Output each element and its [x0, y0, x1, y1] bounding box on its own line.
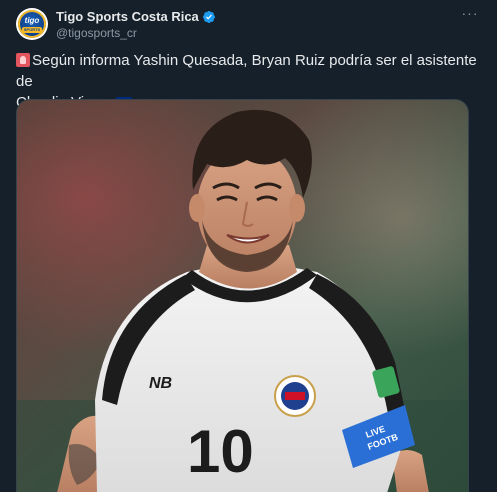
tigo-sports-logo: tigo SPORTS [18, 10, 46, 38]
crest-stripe [285, 392, 305, 400]
author-block: Tigo Sports Costa Rica @tigosports_cr [56, 8, 216, 40]
author-handle[interactable]: @tigosports_cr [56, 26, 216, 40]
display-name-row: Tigo Sports Costa Rica [56, 8, 216, 25]
tweet-text-part-1: Según informa Yashin Quesada, Bryan Ruiz… [16, 52, 477, 90]
siren-icon [16, 53, 30, 67]
right-ear [289, 194, 305, 222]
tweet-text-line-1: Según informa Yashin Quesada, Bryan Ruiz… [16, 50, 477, 92]
left-ear [189, 194, 205, 222]
author-display-name[interactable]: Tigo Sports Costa Rica [56, 9, 199, 24]
more-options-icon[interactable]: ··· [459, 6, 481, 24]
avatar-logo-text: tigo [24, 16, 40, 25]
tweet-header: tigo SPORTS Tigo Sports Costa Rica @tigo… [16, 6, 481, 42]
jersey-brand: NB [149, 375, 172, 392]
jersey-number: 10 [187, 418, 254, 485]
tweet-media-photo[interactable]: NB 10 LIVE FOOTB [16, 99, 469, 492]
tweet-card: tigo SPORTS Tigo Sports Costa Rica @tigo… [0, 0, 497, 492]
avatar[interactable]: tigo SPORTS [16, 8, 48, 40]
avatar-logo-subtext: SPORTS [22, 27, 42, 33]
player-photo: NB 10 LIVE FOOTB [17, 100, 468, 492]
verified-badge-icon[interactable] [202, 10, 216, 24]
